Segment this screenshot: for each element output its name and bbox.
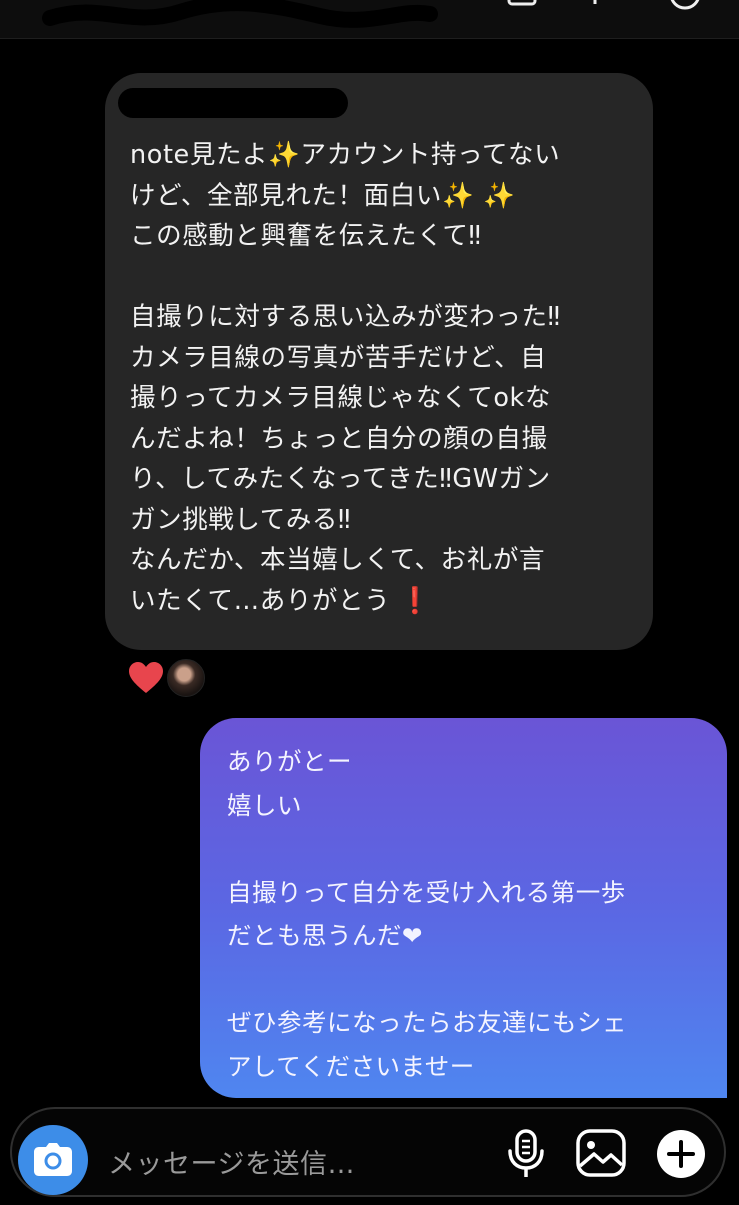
redacted-sender-name [118, 88, 348, 118]
outgoing-message-text: ありがとー 嬉しい 自撮りって自分を受け入れる第一歩 だとも思うんだ❤ ぜひ参考… [227, 747, 627, 1081]
heart-emoji: ❤ [402, 921, 424, 950]
profile-circle-icon[interactable] [665, 0, 705, 20]
chat-header [0, 0, 739, 39]
redaction-scribble [42, 0, 438, 28]
message-input[interactable]: メッセージを送信… [108, 1142, 355, 1181]
video-call-icon[interactable] [505, 0, 545, 20]
sparkles-emoji: ✨ ✨ [441, 180, 516, 211]
plus-icon[interactable] [655, 1128, 707, 1180]
info-icon[interactable] [585, 0, 605, 20]
image-icon[interactable] [575, 1128, 627, 1178]
microphone-icon[interactable] [507, 1129, 545, 1179]
incoming-message-text: note見たよ✨アカウント持ってない けど、全部見れた！面白い✨ ✨ この感動と… [130, 140, 561, 616]
camera-icon [34, 1143, 72, 1176]
message-reaction[interactable] [127, 659, 205, 697]
heart-icon [129, 662, 163, 693]
avatar[interactable] [167, 659, 205, 697]
sparkles-emoji: ✨ [268, 140, 301, 170]
camera-button[interactable] [18, 1125, 88, 1195]
exclamation-emoji: ❗️ [398, 585, 432, 616]
